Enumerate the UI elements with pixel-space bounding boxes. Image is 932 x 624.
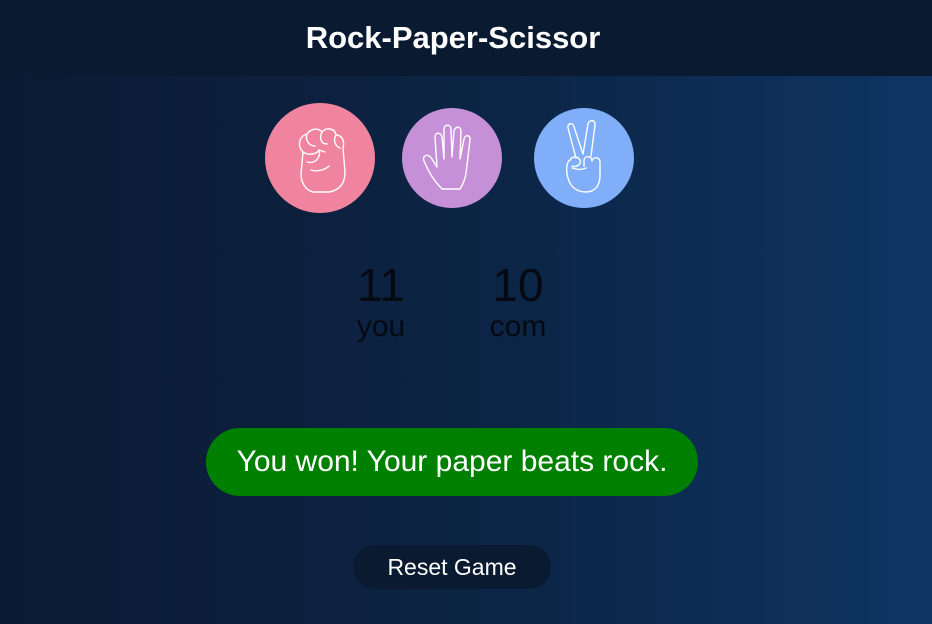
- peace-sign-icon: [565, 120, 601, 193]
- rock-choice-button[interactable]: [265, 103, 375, 213]
- fist-icon: [298, 128, 346, 193]
- page-title: Rock-Paper-Scissor: [305, 20, 601, 55]
- scissor-choice-button[interactable]: [534, 108, 634, 208]
- result-message: You won! Your paper beats rock.: [206, 428, 698, 496]
- user-score: 11: [357, 259, 405, 311]
- user-score-label: you: [356, 310, 406, 343]
- computer-score: 10: [492, 259, 544, 311]
- paper-choice-button[interactable]: [402, 108, 502, 208]
- computer-score-label: com: [489, 310, 547, 343]
- reset-game-button[interactable]: Reset Game: [353, 545, 551, 589]
- open-hand-icon: [422, 124, 471, 190]
